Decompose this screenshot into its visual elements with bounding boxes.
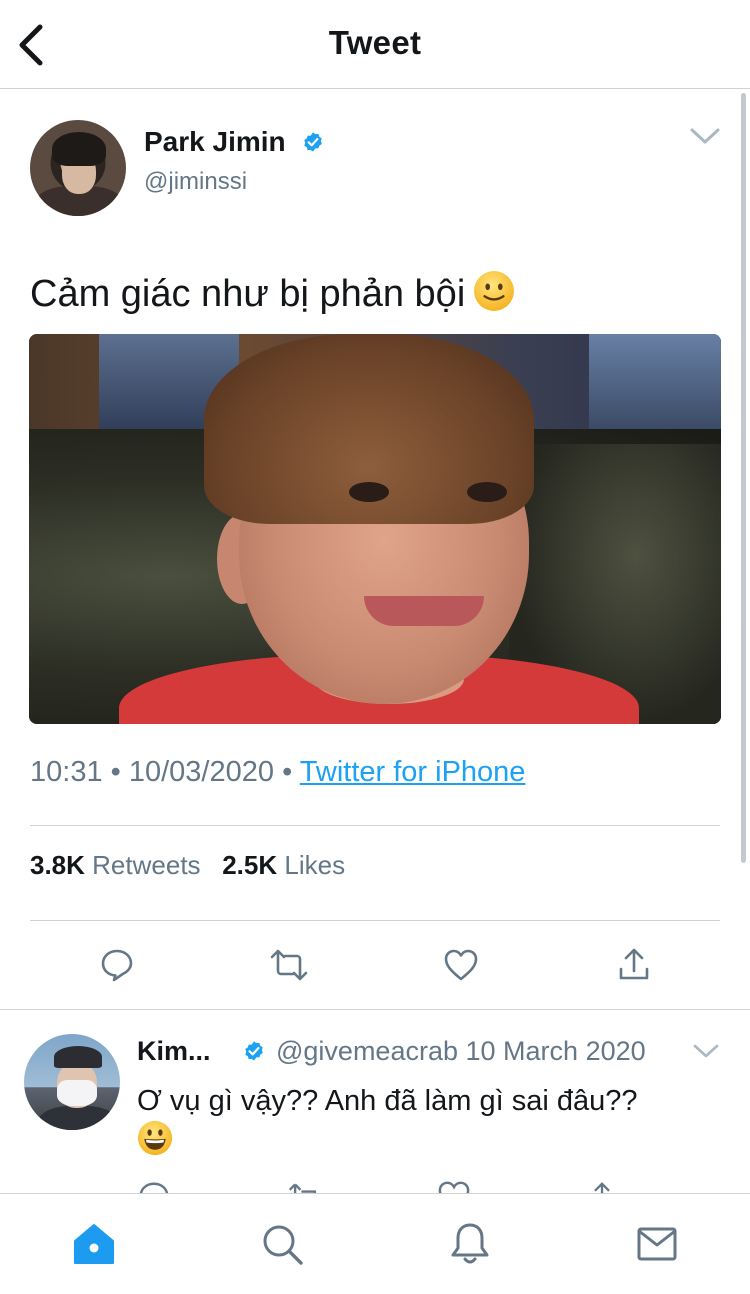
grinning-face-emoji	[137, 1120, 173, 1156]
share-button[interactable]	[614, 945, 654, 985]
reply-author-handle[interactable]: @givemeacrab	[276, 1036, 458, 1066]
divider	[30, 920, 720, 921]
retweet-icon	[270, 949, 308, 981]
retweet-icon	[288, 1183, 317, 1194]
tweet-timestamp: 10:31 • 10/03/2020 • Twitter for iPhone	[30, 756, 525, 789]
reply-retweet-button[interactable]	[287, 1180, 323, 1194]
scrollbar[interactable]	[741, 93, 746, 863]
likes-stat[interactable]: 2.5K Likes	[222, 850, 345, 880]
tweet-stats: 3.8K Retweets 2.5K Likes	[30, 850, 345, 881]
author-display-name[interactable]: Park Jimin	[144, 126, 286, 158]
tab-home[interactable]	[70, 1220, 118, 1268]
messages-icon	[637, 1227, 677, 1261]
reply-text: Ơ vụ gì vậy?? Anh đã làm gì sai đâu??	[137, 1082, 722, 1158]
likes-label: Likes	[284, 850, 346, 880]
tweet-date: 10/03/2020	[128, 756, 275, 788]
reply-share-button[interactable]	[587, 1180, 617, 1194]
like-icon	[444, 949, 478, 981]
retweets-label: Retweets	[92, 850, 201, 880]
reply-meta: @givemeacrab 10 March 2020	[276, 1036, 646, 1067]
slightly-smiling-face-emoji	[474, 271, 515, 311]
tweet-text-content: Cảm giác như bị phản bội	[30, 273, 466, 315]
reply-actions	[137, 1180, 657, 1194]
reply-reply-button[interactable]	[137, 1180, 171, 1194]
author-avatar[interactable]	[30, 120, 126, 216]
reply-date: 10 March 2020	[465, 1036, 646, 1066]
tab-messages[interactable]	[633, 1220, 681, 1268]
retweets-stat[interactable]: 3.8K Retweets	[30, 850, 201, 880]
tweet-time: 10:31	[30, 756, 103, 788]
home-icon	[74, 1224, 114, 1264]
reply-author-name[interactable]: Kim...	[137, 1036, 211, 1067]
share-icon	[619, 948, 649, 980]
reply-icon	[139, 1182, 169, 1194]
verified-badge-icon	[304, 132, 322, 152]
retweet-button[interactable]	[269, 945, 309, 985]
author-handle[interactable]: @jiminssi	[144, 168, 247, 196]
reply-button[interactable]	[97, 945, 137, 985]
reply-text-content: Ơ vụ gì vậy?? Anh đã làm gì sai đâu??	[137, 1085, 638, 1117]
tweet-media-image[interactable]	[29, 334, 721, 724]
reply-icon	[101, 949, 133, 982]
likes-count: 2.5K	[222, 850, 278, 880]
chevron-down-icon[interactable]	[692, 1041, 720, 1061]
retweets-count: 3.8K	[30, 850, 85, 880]
tab-search[interactable]	[258, 1220, 306, 1268]
reply-like-button[interactable]	[437, 1180, 471, 1194]
tweet-source-link[interactable]: Twitter for iPhone	[300, 756, 526, 788]
section-divider	[0, 1009, 750, 1010]
top-bar: Tweet	[0, 0, 750, 89]
search-icon	[263, 1225, 303, 1265]
share-icon	[594, 1182, 610, 1194]
like-button[interactable]	[441, 945, 481, 985]
reply-author-avatar[interactable]	[24, 1034, 120, 1130]
divider	[30, 825, 720, 826]
notifications-icon	[451, 1223, 489, 1264]
tweet-text: Cảm giác như bị phản bội	[30, 270, 515, 316]
chevron-down-icon[interactable]	[688, 124, 722, 148]
bottom-tab-bar	[0, 1193, 750, 1294]
tab-notifications[interactable]	[446, 1220, 494, 1268]
like-icon	[438, 1181, 470, 1194]
meta-separator: •	[110, 756, 121, 788]
verified-badge-icon	[245, 1041, 263, 1061]
page-title: Tweet	[328, 24, 422, 61]
meta-separator: •	[282, 756, 293, 788]
